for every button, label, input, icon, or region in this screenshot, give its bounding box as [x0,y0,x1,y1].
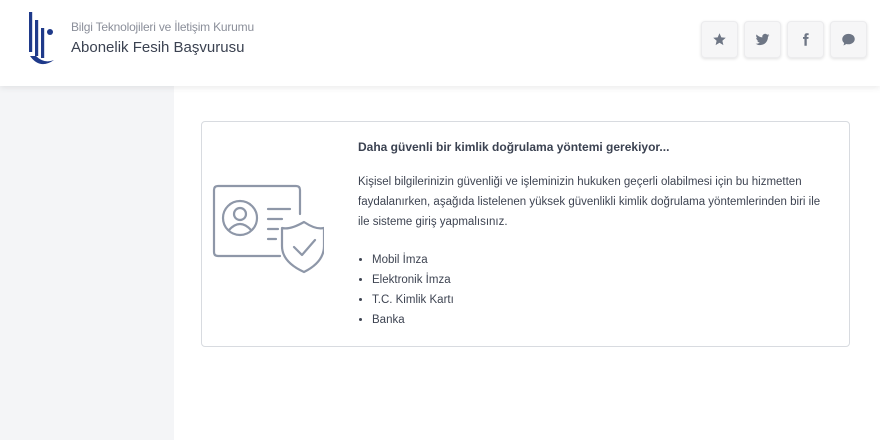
id-card-shield-icon [212,184,324,274]
auth-required-card: Daha güvenli bir kimlik doğrulama yöntem… [201,121,850,347]
auth-methods-list: Mobil İmza Elektronik İmza T.C. Kimlik K… [358,250,454,330]
page-title: Abonelik Fesih Başvurusu [71,39,245,56]
card-description: Kişisel bilgilerinizin güvenliği ve işle… [358,176,821,228]
list-item: Banka [372,310,454,330]
sidebar [0,86,174,440]
social-buttons [701,21,867,58]
chat-share-button[interactable] [830,21,867,58]
card-title: Daha güvenli bir kimlik doğrulama yöntem… [358,140,670,154]
chat-icon [842,33,855,46]
list-item: Elektronik İmza [372,270,454,290]
star-icon [713,33,726,46]
header: Bilgi Teknolojileri ve İletişim Kurumu A… [0,0,880,86]
btk-logo[interactable] [26,10,58,68]
facebook-icon [803,33,809,46]
list-item: Mobil İmza [372,250,454,270]
twitter-share-button[interactable] [744,21,781,58]
organization-name: Bilgi Teknolojileri ve İletişim Kurumu [71,20,254,34]
twitter-icon [755,33,770,46]
list-item: T.C. Kimlik Kartı [372,290,454,310]
favorite-button[interactable] [701,21,738,58]
facebook-share-button[interactable] [787,21,824,58]
